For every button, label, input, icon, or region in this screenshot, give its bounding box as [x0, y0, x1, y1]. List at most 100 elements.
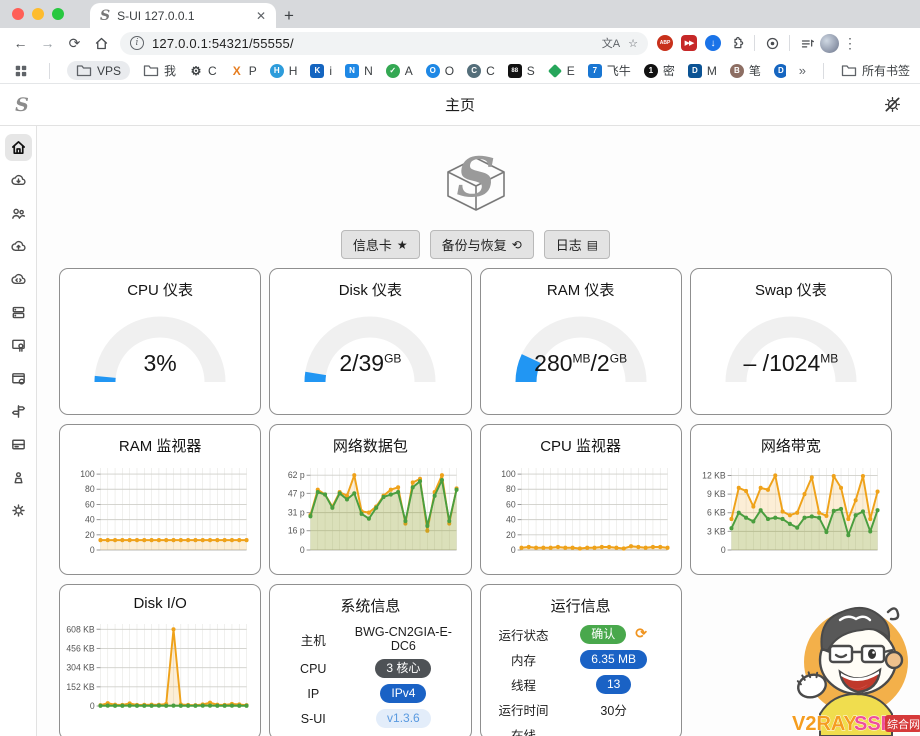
- bookmark-label: C: [208, 65, 217, 77]
- reload-icon[interactable]: ⟳: [62, 31, 87, 56]
- bookmark-label: 密: [663, 65, 675, 77]
- theme-toggle-icon[interactable]: [879, 92, 905, 118]
- run-info-card: 运行信息 运行状态确认⟳内存6.35 MB线程13运行时间30分在线: [480, 584, 682, 736]
- sidebar-item-admin[interactable]: [5, 464, 32, 491]
- svg-text:0: 0: [510, 545, 515, 555]
- browser-menu-icon[interactable]: ⋮: [841, 35, 859, 52]
- status-badge: v1.3.6: [376, 709, 431, 727]
- sidebar-item-status[interactable]: [5, 167, 32, 194]
- sidebar-item-outbounds[interactable]: [5, 266, 32, 293]
- status-badge: 确认: [580, 625, 626, 643]
- sidebar-item-clients[interactable]: [5, 200, 32, 227]
- bookmark-item[interactable]: DD: [774, 64, 786, 78]
- info-label: 内存: [491, 650, 557, 669]
- info-label: S-UI: [280, 712, 346, 726]
- svg-text:0: 0: [90, 545, 95, 555]
- bookmark-folder[interactable]: 我: [143, 64, 176, 77]
- bookmark-favicon: D: [774, 64, 786, 78]
- bookmarks-bar: VPS我⚙CXPHHKiNN✓AOOCC88SE7飞牛1密DMB笔DDG概S网速…: [0, 58, 920, 84]
- dashboard-content: S 信息卡★ 备份与恢复⟲ 日志▤ CPU 仪表 3% Disk 仪表: [37, 126, 920, 736]
- history-icon: ⟲: [512, 238, 522, 252]
- fullscreen-window-button[interactable]: [52, 8, 64, 20]
- extensions-puzzle-icon[interactable]: [726, 32, 748, 54]
- adblock-extension-icon[interactable]: ABP: [654, 32, 676, 54]
- forward-icon[interactable]: →: [35, 31, 60, 56]
- reading-list-icon[interactable]: [796, 32, 818, 54]
- bookmark-item[interactable]: 1密: [644, 64, 675, 78]
- info-row: 运行状态确认⟳: [491, 625, 671, 644]
- svg-text:0: 0: [90, 701, 95, 711]
- tab-close-icon[interactable]: ✕: [256, 9, 266, 23]
- bookmark-item[interactable]: 88S: [508, 64, 535, 78]
- all-bookmarks-folder[interactable]: 所有书签: [841, 64, 910, 77]
- svg-text:456 KB: 456 KB: [66, 643, 94, 653]
- bookmark-label: VPS: [97, 65, 121, 77]
- ram-gauge-card: RAM 仪表 280MB/2GB: [480, 268, 682, 415]
- network-packets-card: 网络数据包 016 p31 p47 p62 p: [269, 424, 471, 575]
- svg-text:16 p: 16 p: [288, 526, 305, 536]
- info-cards-button[interactable]: 信息卡★: [341, 230, 420, 259]
- sidebar-item-routing[interactable]: [5, 398, 32, 425]
- bookbar-divider: [49, 63, 50, 79]
- translate-icon[interactable]: 文A: [602, 35, 620, 51]
- home-icon[interactable]: [89, 31, 114, 56]
- action-buttons: 信息卡★ 备份与恢复⟲ 日志▤: [59, 230, 892, 259]
- bookmark-item[interactable]: DM: [688, 64, 717, 78]
- info-row: 主机BWG-CN2GIA-E-DC6: [280, 625, 460, 653]
- apps-grid-icon[interactable]: [10, 60, 32, 82]
- tab-search-icon[interactable]: [761, 32, 783, 54]
- svg-text:31 p: 31 p: [288, 507, 305, 517]
- bookmark-item[interactable]: ✓A: [386, 64, 413, 78]
- bookmark-folder[interactable]: VPS: [67, 61, 130, 80]
- bookmark-item[interactable]: OO: [426, 64, 454, 78]
- toolbar-divider: [754, 35, 755, 51]
- info-row: 运行时间30分: [491, 700, 671, 719]
- restart-icon[interactable]: ⟳: [635, 625, 647, 641]
- info-row: CPU3 核心: [280, 659, 460, 678]
- bookmark-item[interactable]: 7飞牛: [588, 64, 631, 78]
- bookmark-item[interactable]: CC: [467, 64, 495, 78]
- sidebar-item-panel-settings[interactable]: [5, 365, 32, 392]
- network-packets-chart: 016 p31 p47 p62 p: [272, 460, 464, 563]
- site-info-icon[interactable]: i: [130, 36, 144, 50]
- sidebar-item-storage[interactable]: [5, 431, 32, 458]
- sidebar-nav: [0, 126, 37, 736]
- browser-tab[interactable]: S S-UI 127.0.0.1 ✕: [90, 3, 276, 28]
- info-label: CPU: [280, 662, 346, 676]
- bookmark-item[interactable]: NN: [345, 64, 373, 78]
- bookmarks-overflow-icon[interactable]: »: [799, 63, 806, 78]
- profile-avatar[interactable]: [820, 34, 839, 53]
- close-window-button[interactable]: [12, 8, 24, 20]
- svg-text:6 KB: 6 KB: [707, 508, 726, 518]
- sidebar-item-inbounds[interactable]: [5, 233, 32, 260]
- log-icon: ▤: [587, 238, 598, 252]
- minimize-window-button[interactable]: [32, 8, 44, 20]
- info-value: BWG-CN2GIA-E-DC6: [346, 625, 460, 653]
- sidebar-item-certificates[interactable]: [5, 332, 32, 359]
- bookmark-star-icon[interactable]: ☆: [628, 37, 638, 50]
- bookmark-item[interactable]: E: [548, 65, 575, 77]
- cpu-gauge-card: CPU 仪表 3%: [59, 268, 261, 415]
- bookmark-item[interactable]: Ki: [310, 64, 332, 78]
- address-bar[interactable]: i 127.0.0.1:54321/55555/ 文A ☆: [120, 32, 648, 55]
- bookmark-item[interactable]: XP: [230, 64, 257, 78]
- gauge-value: 280MB/2GB: [481, 350, 681, 377]
- bookmark-item[interactable]: ⚙C: [189, 64, 217, 78]
- toolbar-divider: [789, 35, 790, 51]
- bookmark-label: C: [486, 65, 495, 77]
- red-extension-icon[interactable]: ▶▶: [678, 32, 700, 54]
- sidebar-item-home[interactable]: [5, 134, 32, 161]
- bookmark-label: O: [445, 65, 454, 77]
- chart-svg: 020406080100: [62, 460, 254, 563]
- bookmark-item[interactable]: HH: [270, 64, 298, 78]
- sidebar-item-services[interactable]: [5, 299, 32, 326]
- bookmark-item[interactable]: B笔: [730, 64, 761, 78]
- new-tab-button[interactable]: +: [276, 3, 302, 28]
- download-extension-icon[interactable]: ↓: [702, 32, 724, 54]
- sui-favicon: S: [100, 9, 110, 23]
- sidebar-item-settings[interactable]: [5, 497, 32, 524]
- back-icon[interactable]: ←: [8, 31, 33, 56]
- bookmark-label: S: [527, 65, 535, 77]
- backup-restore-button[interactable]: 备份与恢复⟲: [430, 230, 534, 259]
- logs-button[interactable]: 日志▤: [544, 230, 610, 259]
